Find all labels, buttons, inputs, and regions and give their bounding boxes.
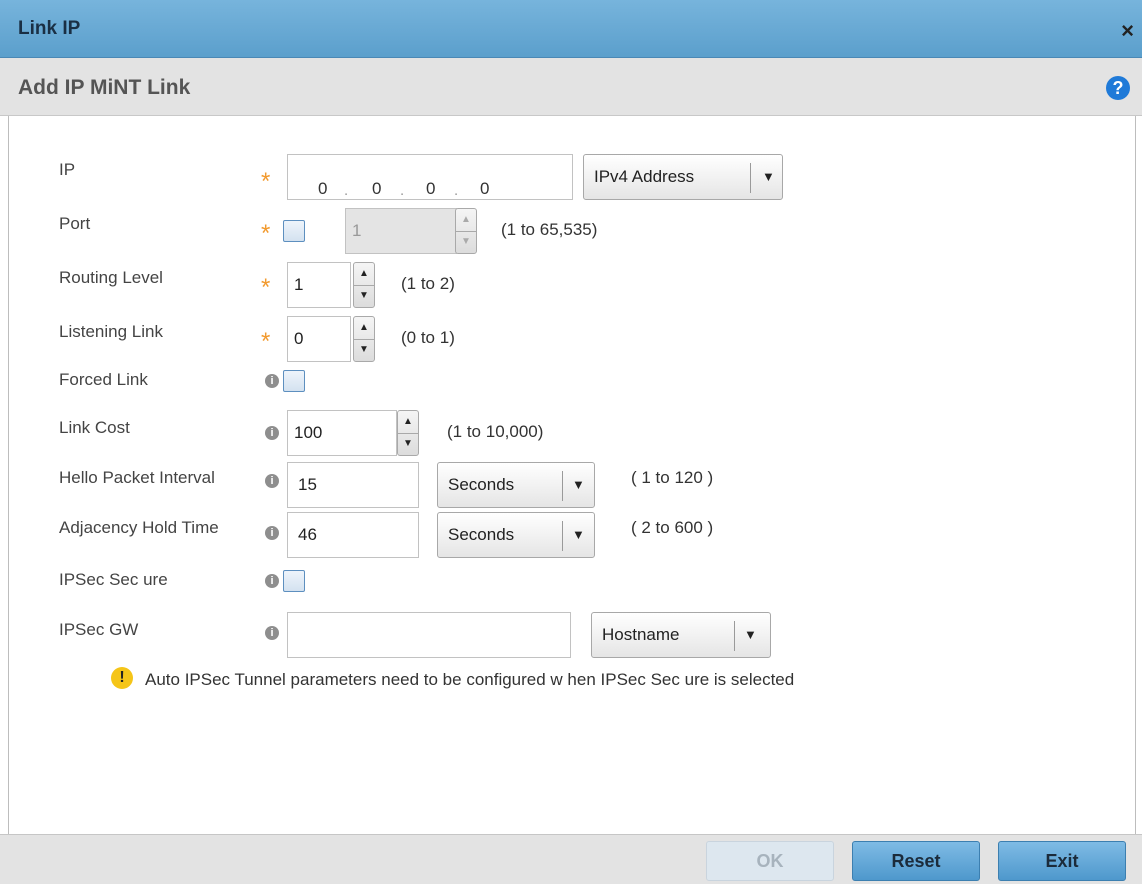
info-icon: i <box>265 526 279 540</box>
required-star-icon: * <box>261 220 271 247</box>
port-spin-buttons: ▲ ▼ <box>455 208 477 254</box>
ip-octet-4[interactable]: 0 <box>480 167 489 211</box>
adjacency-hold-time-label: Adjacency Hold Time <box>59 518 219 537</box>
required-star-icon: * <box>261 168 271 195</box>
routing-level-spin-buttons[interactable]: ▲ ▼ <box>353 262 375 308</box>
link-cost-spin-buttons[interactable]: ▲ ▼ <box>397 410 419 456</box>
ipsec-secure-label: IPSec Sec ure <box>59 570 168 589</box>
ipsec-gw-input[interactable] <box>287 612 571 658</box>
spin-down-icon: ▼ <box>461 236 471 247</box>
routing-level-range: (1 to 2) <box>401 274 455 293</box>
window-title: Link IP <box>18 18 81 39</box>
spin-up-icon[interactable]: ▲ <box>354 263 374 286</box>
info-icon: i <box>265 474 279 488</box>
select-divider <box>562 521 563 551</box>
listening-link-spin-buttons[interactable]: ▲ ▼ <box>353 316 375 362</box>
hello-packet-interval-range: ( 1 to 120 ) <box>631 468 714 487</box>
required-star-icon: * <box>261 274 271 301</box>
routing-level-spinner[interactable]: 1 ▲ ▼ <box>287 262 385 308</box>
port-enable-checkbox[interactable] <box>283 220 305 242</box>
reset-button[interactable]: Reset <box>852 841 980 881</box>
warning-icon: ! <box>111 667 133 689</box>
window-titlebar: Link IP × <box>0 0 1142 58</box>
ipsec-gw-type-select[interactable]: Hostname ▼ <box>591 612 771 658</box>
spin-down-icon[interactable]: ▼ <box>354 339 374 361</box>
dialog-header: Add IP MiNT Link ? <box>0 58 1142 116</box>
listening-link-spinner[interactable]: 0 ▲ ▼ <box>287 316 385 362</box>
listening-link-input[interactable]: 0 <box>287 316 351 362</box>
spin-down-icon[interactable]: ▼ <box>354 285 374 307</box>
adjacency-hold-time-unit-select[interactable]: Seconds ▼ <box>437 512 595 558</box>
form-body: IP * 0 . 0 . 0 . 0 IPv4 Address ▼ Port *… <box>8 116 1136 834</box>
listening-link-label: Listening Link <box>59 322 163 341</box>
hello-packet-interval-input[interactable]: 15 <box>287 462 419 508</box>
ipsec-warning-message: Auto IPSec Tunnel parameters need to be … <box>145 670 795 689</box>
ipsec-secure-checkbox[interactable] <box>283 570 305 592</box>
ip-type-value: IPv4 Address <box>594 167 695 186</box>
port-spinner: 1 ▲ ▼ <box>345 208 477 254</box>
chevron-down-icon: ▼ <box>744 627 757 642</box>
port-input: 1 <box>345 208 457 254</box>
link-ip-dialog: Link IP × Add IP MiNT Link ? IP * 0 . 0 … <box>0 0 1142 884</box>
info-icon: i <box>265 574 279 588</box>
ip-octet-2[interactable]: 0 <box>372 167 381 211</box>
forced-link-checkbox[interactable] <box>283 370 305 392</box>
select-divider <box>734 621 735 651</box>
routing-level-label: Routing Level <box>59 268 163 287</box>
spin-up-icon[interactable]: ▲ <box>398 411 418 434</box>
hello-packet-interval-unit-select[interactable]: Seconds ▼ <box>437 462 595 508</box>
link-cost-input[interactable]: 100 <box>287 410 397 456</box>
ok-button[interactable]: OK <box>706 841 834 881</box>
ip-dot: . <box>400 182 405 199</box>
chevron-down-icon: ▼ <box>762 169 775 184</box>
page-title: Add IP MiNT Link <box>18 76 191 99</box>
port-label: Port <box>59 214 91 233</box>
link-cost-spinner[interactable]: 100 ▲ ▼ <box>287 410 429 456</box>
ipsec-gw-type-value: Hostname <box>602 625 680 644</box>
ip-dot: . <box>454 182 459 199</box>
link-cost-label: Link Cost <box>59 418 130 437</box>
ip-address-input[interactable]: 0 . 0 . 0 . 0 <box>287 154 573 200</box>
exit-button[interactable]: Exit <box>998 841 1126 881</box>
chevron-down-icon: ▼ <box>572 477 585 492</box>
ip-octet-3[interactable]: 0 <box>426 167 435 211</box>
forced-link-label: Forced Link <box>59 370 148 389</box>
ip-label: IP <box>59 160 76 179</box>
adjacency-hold-time-input[interactable]: 46 <box>287 512 419 558</box>
chevron-down-icon: ▼ <box>572 527 585 542</box>
info-icon: i <box>265 374 279 388</box>
hello-interval-unit-value: Seconds <box>448 475 515 494</box>
link-cost-range: (1 to 10,000) <box>447 422 544 441</box>
select-divider <box>562 471 563 501</box>
adjacency-unit-value: Seconds <box>448 525 515 544</box>
port-range: (1 to 65,535) <box>501 220 598 239</box>
hello-packet-interval-label: Hello Packet Interval <box>59 468 215 487</box>
spin-down-icon[interactable]: ▼ <box>398 433 418 455</box>
required-star-icon: * <box>261 328 271 355</box>
ipsec-gw-label: IPSec GW <box>59 620 139 639</box>
help-icon[interactable]: ? <box>1106 76 1130 100</box>
close-icon[interactable]: × <box>1121 18 1134 44</box>
adjacency-hold-time-range: ( 2 to 600 ) <box>631 518 714 537</box>
info-icon: i <box>265 426 279 440</box>
ip-dot: . <box>344 182 349 199</box>
ip-octet-1[interactable]: 0 <box>318 167 327 211</box>
spin-up-icon: ▲ <box>456 209 476 232</box>
select-divider <box>750 163 751 193</box>
info-icon: i <box>265 626 279 640</box>
ip-type-select[interactable]: IPv4 Address ▼ <box>583 154 783 200</box>
listening-link-range: (0 to 1) <box>401 328 455 347</box>
routing-level-input[interactable]: 1 <box>287 262 351 308</box>
dialog-footer: OK Reset Exit <box>0 834 1142 884</box>
spin-up-icon[interactable]: ▲ <box>354 317 374 340</box>
